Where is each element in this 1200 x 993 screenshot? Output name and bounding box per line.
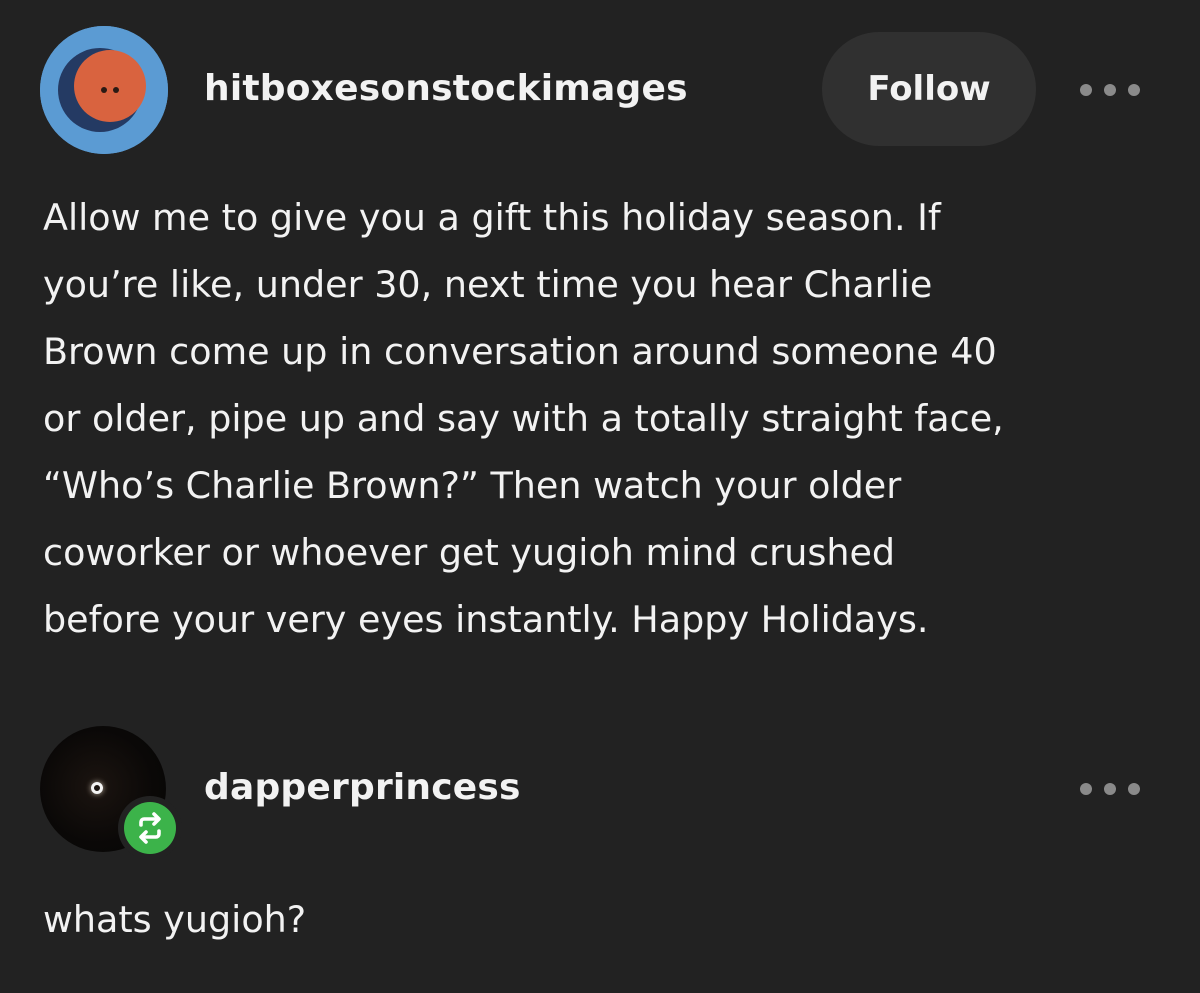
post-body-line: before your very eyes instantly. Happy H… [43, 598, 929, 641]
reblog-badge [118, 796, 182, 860]
tumblr-post: hitboxesonstockimages Follow Allow me to… [0, 0, 1200, 993]
reblogger-username[interactable]: dapperprincess [204, 767, 521, 808]
reblog-comment: whats yugioh? [43, 898, 307, 941]
dot [1104, 84, 1116, 96]
author-username[interactable]: hitboxesonstockimages [204, 68, 688, 109]
post-body: Allow me to give you a gift this holiday… [43, 184, 1163, 653]
orange-face-avatar-icon [40, 26, 168, 154]
dot [1128, 783, 1140, 795]
reblog-icon [139, 812, 161, 844]
more-options-icon[interactable] [1080, 78, 1140, 102]
post-body-line: Allow me to give you a gift this holiday… [43, 196, 941, 239]
post-body-line: “Who’s Charlie Brown?” Then watch your o… [43, 464, 902, 507]
post-body-line: Brown come up in conversation around som… [43, 330, 997, 373]
post-body-line: coworker or whoever get yugioh mind crus… [43, 531, 896, 574]
post-body-line: or older, pipe up and say with a totally… [43, 397, 1004, 440]
dot [1080, 84, 1092, 96]
post-body-line: you’re like, under 30, next time you hea… [43, 263, 933, 306]
dot [1128, 84, 1140, 96]
follow-button[interactable]: Follow [822, 32, 1036, 146]
dot [1080, 783, 1092, 795]
eclipse-ring-icon [91, 782, 103, 794]
dot [1104, 783, 1116, 795]
more-options-icon[interactable] [1080, 777, 1140, 801]
author-avatar[interactable] [40, 26, 168, 154]
